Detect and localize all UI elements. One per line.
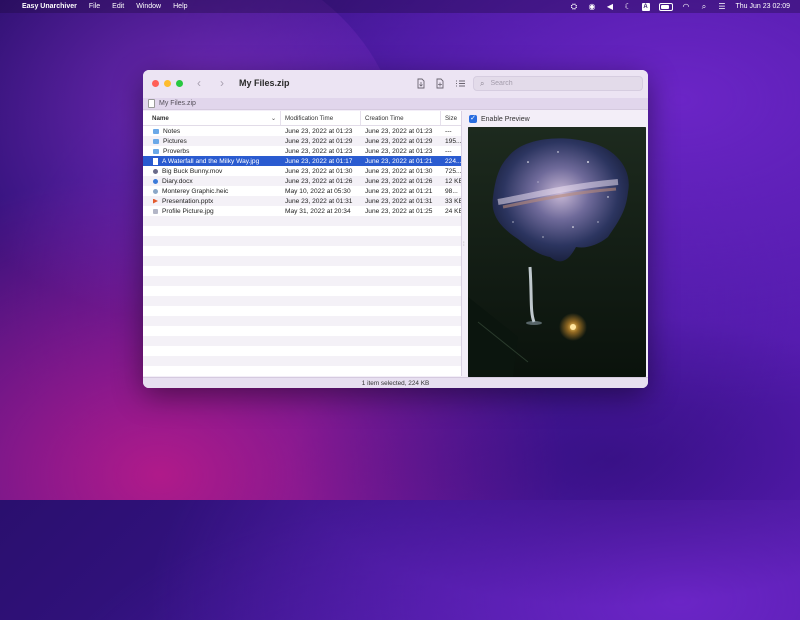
- menu-app-name[interactable]: Easy Unarchiver: [22, 3, 77, 10]
- table-row[interactable]: Monterey Graphic.heic May 10, 2022 at 05…: [143, 186, 461, 196]
- heic-file-icon: [153, 188, 158, 194]
- enable-preview-checkbox[interactable]: ✓ Enable Preview: [469, 115, 530, 123]
- column-name[interactable]: Name ⌄: [143, 111, 281, 125]
- enable-preview-label: Enable Preview: [481, 115, 530, 123]
- menu-file[interactable]: File: [89, 3, 100, 10]
- title-bar: ‹ › My Files.zip ⌕: [143, 70, 648, 98]
- search-icon: ⌕: [480, 78, 485, 88]
- spotlight-search-icon[interactable]: ⌕: [700, 2, 709, 11]
- empty-row: [143, 326, 461, 336]
- folder-icon: [153, 138, 159, 144]
- checkmark-icon[interactable]: ✓: [469, 115, 477, 123]
- battery-icon[interactable]: [658, 2, 673, 11]
- empty-row: [143, 246, 461, 256]
- empty-row: [143, 256, 461, 266]
- zoom-button[interactable]: [176, 80, 183, 87]
- search-field[interactable]: ⌕: [473, 76, 643, 91]
- empty-row: [143, 366, 461, 376]
- empty-row: [143, 346, 461, 356]
- split-handle-icon[interactable]: ⁞: [463, 242, 465, 248]
- column-modification-time[interactable]: Modification Time: [281, 111, 361, 125]
- menu-clock[interactable]: Thu Jun 23 02:09: [736, 3, 791, 10]
- empty-row: [143, 276, 461, 286]
- volume-icon[interactable]: ◀: [606, 2, 615, 11]
- image-preview: [468, 127, 646, 377]
- add-file-icon[interactable]: [435, 78, 445, 89]
- back-chevron-icon[interactable]: ‹: [197, 76, 201, 90]
- empty-row: [143, 226, 461, 236]
- word-file-icon: [153, 178, 158, 184]
- table-row[interactable]: Notes June 23, 2022 at 01:23 June 23, 20…: [143, 126, 461, 136]
- close-button[interactable]: [152, 80, 159, 87]
- search-input[interactable]: [488, 79, 633, 88]
- empty-row: [143, 266, 461, 276]
- table-row[interactable]: Big Buck Bunny.mov June 23, 2022 at 01:3…: [143, 166, 461, 176]
- empty-row: [143, 216, 461, 226]
- waterfall-milky-way-image: [468, 127, 646, 377]
- window-title: My Files.zip: [239, 78, 290, 88]
- empty-row: [143, 316, 461, 326]
- presentation-file-icon: [153, 198, 158, 204]
- menu-help[interactable]: Help: [173, 3, 187, 10]
- column-creation-time[interactable]: Creation Time: [361, 111, 441, 125]
- archive-window: ‹ › My Files.zip ⌕ My Files.zip Name ⌄: [143, 70, 648, 388]
- empty-table-area[interactable]: [143, 216, 461, 376]
- empty-row: [143, 286, 461, 296]
- movie-file-icon: [153, 168, 158, 174]
- extract-file-icon[interactable]: [416, 78, 426, 89]
- sort-descending-icon: ⌄: [270, 115, 276, 122]
- menu-edit[interactable]: Edit: [112, 3, 124, 10]
- empty-row: [143, 336, 461, 346]
- empty-row: [143, 356, 461, 366]
- moon-icon[interactable]: ☾: [624, 2, 633, 11]
- zip-file-icon: [148, 99, 155, 108]
- status-bar: 1 item selected, 224 KB: [143, 377, 648, 388]
- folder-icon: [153, 128, 159, 134]
- empty-row: [143, 306, 461, 316]
- table-row[interactable]: Pictures June 23, 2022 at 01:29 June 23,…: [143, 136, 461, 146]
- table-row[interactable]: Presentation.pptx June 23, 2022 at 01:31…: [143, 196, 461, 206]
- archive-status-icon[interactable]: ⛭: [570, 2, 579, 11]
- file-table: Name ⌄ Modification Time Creation Time S…: [143, 111, 461, 376]
- shield-status-icon[interactable]: ◉: [588, 2, 597, 11]
- empty-row: [143, 296, 461, 306]
- wifi-icon[interactable]: ◠: [682, 2, 691, 11]
- split-divider[interactable]: [461, 111, 462, 376]
- path-label[interactable]: My Files.zip: [159, 100, 196, 107]
- table-row[interactable]: Profile Picture.jpg May 31, 2022 at 20:3…: [143, 206, 461, 216]
- control-center-icon[interactable]: ☰: [718, 2, 727, 11]
- table-rows: Notes June 23, 2022 at 01:23 June 23, 20…: [143, 126, 461, 216]
- path-bar: My Files.zip: [143, 98, 648, 110]
- forward-chevron-icon[interactable]: ›: [220, 76, 224, 90]
- image-file-icon: [153, 157, 158, 165]
- table-row[interactable]: Proverbs June 23, 2022 at 01:23 June 23,…: [143, 146, 461, 156]
- list-view-icon[interactable]: [455, 78, 466, 89]
- column-size[interactable]: Size: [441, 111, 461, 125]
- menu-window[interactable]: Window: [136, 3, 161, 10]
- menu-bar: Easy Unarchiver File Edit Window Help ⛭ …: [0, 0, 800, 13]
- table-header: Name ⌄ Modification Time Creation Time S…: [143, 111, 461, 126]
- table-row-selected[interactable]: A Waterfall and the Milky Way.jpg June 2…: [143, 156, 461, 166]
- empty-row: [143, 236, 461, 246]
- table-row[interactable]: Diary.docx June 23, 2022 at 01:26 June 2…: [143, 176, 461, 186]
- folder-icon: [153, 148, 159, 154]
- input-source-icon[interactable]: A: [641, 2, 650, 11]
- minimize-button[interactable]: [164, 80, 171, 87]
- image-file-icon: [153, 208, 158, 214]
